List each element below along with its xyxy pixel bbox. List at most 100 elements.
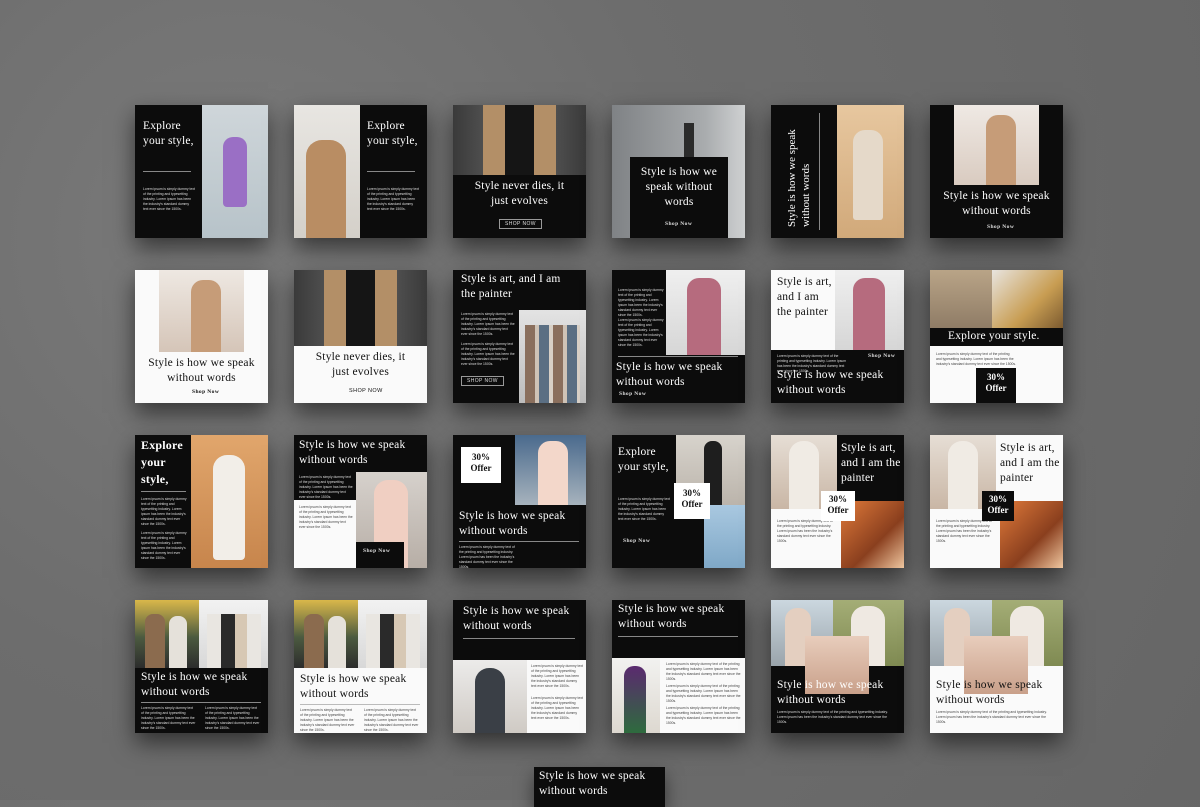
shop-now-button[interactable]: Shop Now bbox=[358, 547, 395, 555]
photo-figure bbox=[948, 441, 978, 509]
tile-r2c6[interactable]: Explore your style. Lorem ipsum is simpl… bbox=[930, 270, 1063, 403]
headline: Style never dies, it just evolves bbox=[474, 180, 565, 207]
body-text: Lorem ipsum is simply dummy text of the … bbox=[531, 664, 584, 688]
headline: Style is how we speak without words bbox=[459, 510, 566, 537]
photo-figure bbox=[853, 278, 885, 350]
headline: Style is how we speak without words bbox=[777, 369, 884, 396]
tile-r4c5[interactable]: Style is how we speak without words Lore… bbox=[771, 600, 904, 733]
headline: Style is how we speak without words bbox=[300, 673, 407, 700]
tile-r2c1[interactable]: Style is how we speak without words Shop… bbox=[135, 270, 268, 403]
body-text: Lorem ipsum is simply dummy text of the … bbox=[936, 710, 1047, 724]
headline: Style is art, and I am the painter bbox=[777, 276, 832, 318]
headline: Style is how we speak without words bbox=[141, 671, 248, 698]
offer-label: Offer bbox=[470, 463, 492, 473]
divider bbox=[300, 704, 420, 705]
headline: Style is how we speak without words bbox=[539, 770, 646, 797]
photo-figure bbox=[538, 441, 568, 505]
tile-r4c2[interactable]: Style is how we speak without words Lore… bbox=[294, 600, 427, 733]
tile-r3c1[interactable]: Explore your style, Lorem ipsum is simpl… bbox=[135, 435, 268, 568]
photo-figure bbox=[853, 130, 883, 220]
shop-now-button[interactable]: SHOP NOW bbox=[499, 219, 542, 229]
headline: Explore your style, bbox=[143, 120, 194, 147]
tile-r1c1[interactable]: Explore your style, Lorem ipsum is simpl… bbox=[135, 105, 268, 238]
photo-figure bbox=[306, 140, 346, 238]
cta-panel bbox=[356, 542, 404, 568]
offer-badge: 30% Offer bbox=[674, 483, 710, 519]
body-text: Lorem ipsum is simply dummy text of the … bbox=[461, 312, 515, 336]
headline: Style is art, and I am the painter bbox=[841, 442, 901, 484]
shop-now-button[interactable]: Shop Now bbox=[618, 537, 655, 545]
body-text: Lorem ipsum is simply dummy text of the … bbox=[777, 519, 833, 543]
headline: Explore your style, bbox=[141, 438, 183, 486]
body-text: Lorem ipsum is simply dummy text of the … bbox=[666, 662, 741, 681]
body-text: Lorem ipsum is simply dummy text of the … bbox=[299, 475, 353, 499]
tile-r3c2[interactable]: Style is how we speak without words Lore… bbox=[294, 435, 427, 568]
tile-r3c6[interactable]: Style is art, and I am the painter Lorem… bbox=[930, 435, 1063, 568]
tile-r4c4[interactable]: Style is how we speak without words Lore… bbox=[612, 600, 745, 733]
shop-now-button[interactable]: Shop Now bbox=[187, 388, 224, 396]
tile-r1c2[interactable]: Explore your style, Lorem ipsum is simpl… bbox=[294, 105, 427, 238]
photo-leopard bbox=[992, 270, 1063, 328]
body-text: Lorem ipsum is simply dummy text of the … bbox=[461, 342, 515, 366]
headline: Style is how we speak without words bbox=[640, 166, 718, 208]
shop-now-button[interactable]: SHOP NOW bbox=[344, 387, 388, 395]
shop-now-button[interactable]: Shop Now bbox=[863, 352, 900, 360]
tile-r3c3[interactable]: 30% Offer Style is how we speak without … bbox=[453, 435, 586, 568]
tile-r2c4[interactable]: Lorem ipsum is simply dummy text of the … bbox=[612, 270, 745, 403]
photo-figure bbox=[191, 280, 221, 352]
tile-r1c4[interactable]: Style is how we speak without words Shop… bbox=[612, 105, 745, 238]
tile-r4c3[interactable]: Style is how we speak without words Lore… bbox=[453, 600, 586, 733]
body-text: Lorem ipsum is simply dummy text of the … bbox=[618, 318, 664, 347]
offer-badge: 30% Offer bbox=[461, 447, 501, 483]
photo-figure bbox=[304, 614, 324, 668]
tile-r3c4[interactable]: Explore your style, Lorem ipsum is simpl… bbox=[612, 435, 745, 568]
photo-figure bbox=[328, 616, 346, 668]
body-text: Lorem ipsum is simply dummy text of the … bbox=[459, 545, 515, 568]
tile-r2c2[interactable]: Style never dies, it just evolves SHOP N… bbox=[294, 270, 427, 403]
body-text: Lorem ipsum is simply dummy text of the … bbox=[936, 352, 1016, 366]
photo-figures bbox=[207, 614, 261, 668]
photo-figure bbox=[213, 455, 245, 560]
tile-r1c3[interactable]: Style never dies, it just evolves SHOP N… bbox=[453, 105, 586, 238]
headline: Style is art, and I am the painter bbox=[1000, 442, 1060, 484]
photo-figure bbox=[624, 666, 646, 733]
shop-now-button[interactable]: Shop Now bbox=[614, 390, 651, 398]
offer-percent: 30% bbox=[829, 494, 847, 504]
headline: Explore your style, bbox=[618, 446, 669, 473]
shop-now-button[interactable]: Shop Now bbox=[982, 223, 1019, 231]
photo-figures bbox=[366, 614, 420, 668]
tile-r2c3[interactable]: Style is art, and I am the painter Lorem… bbox=[453, 270, 586, 403]
headline: Style is how we speak without words bbox=[148, 357, 255, 384]
photo-inner bbox=[505, 105, 534, 175]
body-text: Lorem ipsum is simply dummy text of the … bbox=[299, 505, 353, 529]
divider bbox=[367, 171, 415, 172]
headline: Style is how we speak without words bbox=[463, 605, 570, 632]
shop-now-button[interactable]: Shop Now bbox=[660, 220, 697, 228]
headline: Explore your style, bbox=[367, 120, 418, 147]
tile-r1c6[interactable]: Style is how we speak without words Shop… bbox=[930, 105, 1063, 238]
headline: Style never dies, it just evolves bbox=[315, 351, 406, 378]
headline: Style is how we speak without words bbox=[618, 603, 725, 630]
tile-r2c5[interactable]: Style is art, and I am the painter Lorem… bbox=[771, 270, 904, 403]
headline: Style is how we speak without words bbox=[936, 679, 1043, 706]
tile-r4c1[interactable]: Style is how we speak without words Lore… bbox=[135, 600, 268, 733]
headline: Style is art, and I am the painter bbox=[461, 273, 561, 300]
body-text: Lorem ipsum is simply dummy text of the … bbox=[141, 497, 187, 526]
offer-percent: 30% bbox=[683, 488, 701, 498]
tile-r3c5[interactable]: Style is art, and I am the painter Lorem… bbox=[771, 435, 904, 568]
body-text: Lorem ipsum is simply dummy text of the … bbox=[531, 696, 584, 720]
body-text: Lorem ipsum is simply dummy text of the … bbox=[666, 684, 741, 703]
body-text: Lorem ipsum is simply dummy text of the … bbox=[936, 519, 992, 543]
tile-r4c6[interactable]: Style is how we speak without words Lore… bbox=[930, 600, 1063, 733]
headline: Style is how we speak without words bbox=[616, 361, 723, 388]
offer-percent: 30% bbox=[987, 372, 1005, 382]
offer-badge: 30% Offer bbox=[976, 368, 1016, 403]
tile-bottom-partial[interactable]: Style is how we speak without words bbox=[534, 767, 665, 807]
tile-r1c5[interactable]: Style is how we speak without words bbox=[771, 105, 904, 238]
divider bbox=[141, 702, 261, 703]
shop-now-button[interactable]: SHOP NOW bbox=[461, 376, 504, 386]
body-text: Lorem ipsum is simply dummy text of the … bbox=[300, 708, 355, 732]
offer-label: Offer bbox=[985, 383, 1007, 393]
vertical-headline: Style is how we speak without words bbox=[785, 115, 813, 227]
body-text: Lorem ipsum is simply dummy text of the … bbox=[141, 706, 196, 730]
